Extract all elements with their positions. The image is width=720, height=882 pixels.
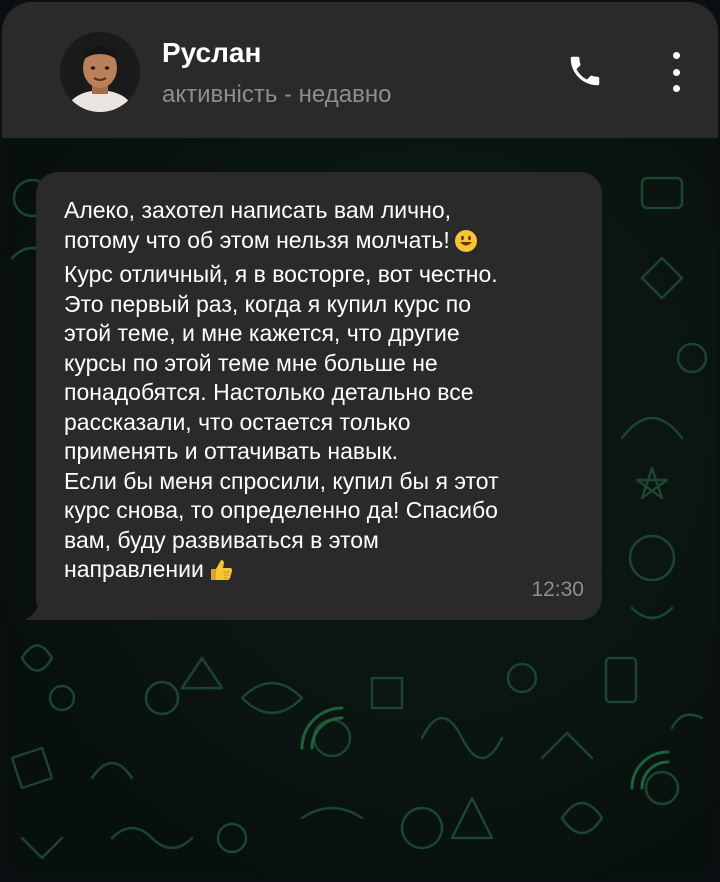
message-line: вам, буду развиваться в этом (64, 526, 379, 553)
contact-status: активність - недавно (162, 81, 392, 108)
contact-name[interactable]: Руслан (162, 37, 261, 69)
message-line: Курс отличный, я в восторге, вот честно. (64, 261, 498, 287)
chat-screen: Руслан активність - недавно Алеко, захот… (2, 2, 718, 878)
chat-area[interactable]: Алеко, захотел написать вам лично, потом… (2, 138, 718, 878)
smiley-face-icon (454, 229, 478, 261)
phone-icon (570, 56, 600, 86)
message-line: курсы по этой теме мне больше не (64, 349, 438, 376)
chat-header: Руслан активність - недавно (2, 2, 718, 138)
message-text: Алеко, захотел написать вам лично, потом… (64, 196, 584, 590)
call-button[interactable] (564, 50, 606, 92)
avatar-photo (60, 32, 140, 112)
incoming-message-bubble[interactable]: Алеко, захотел написать вам лично, потом… (36, 172, 602, 620)
message-line: понадобятся. Настолько детально все (64, 379, 474, 405)
message-line: Это первый раз, когда я купил курс по (64, 290, 472, 317)
message-line: этой теме, и мне кажется, что другие (64, 320, 460, 346)
message-line: потому что об этом нельзя молчать! (64, 226, 584, 261)
message-line: Алеко, захотел написать вам лично, (64, 197, 452, 223)
message-line: курс снова, то определенно да! Спасибо (64, 497, 498, 523)
message-line: применять и оттачивать навык. (64, 438, 399, 464)
more-vertical-icon (672, 68, 680, 76)
more-vertical-icon (672, 85, 680, 92)
message-time: 12:30 (531, 578, 584, 601)
more-vertical-icon (672, 52, 680, 59)
message-line: направлении (64, 555, 584, 590)
more-options-button[interactable] (662, 52, 690, 92)
contact-avatar[interactable] (60, 32, 140, 112)
thumbs-up-icon (208, 558, 234, 590)
message-line: рассказали, что остается только (64, 408, 411, 435)
message-line: Если бы меня спросили, купил бы я этот (64, 467, 499, 494)
